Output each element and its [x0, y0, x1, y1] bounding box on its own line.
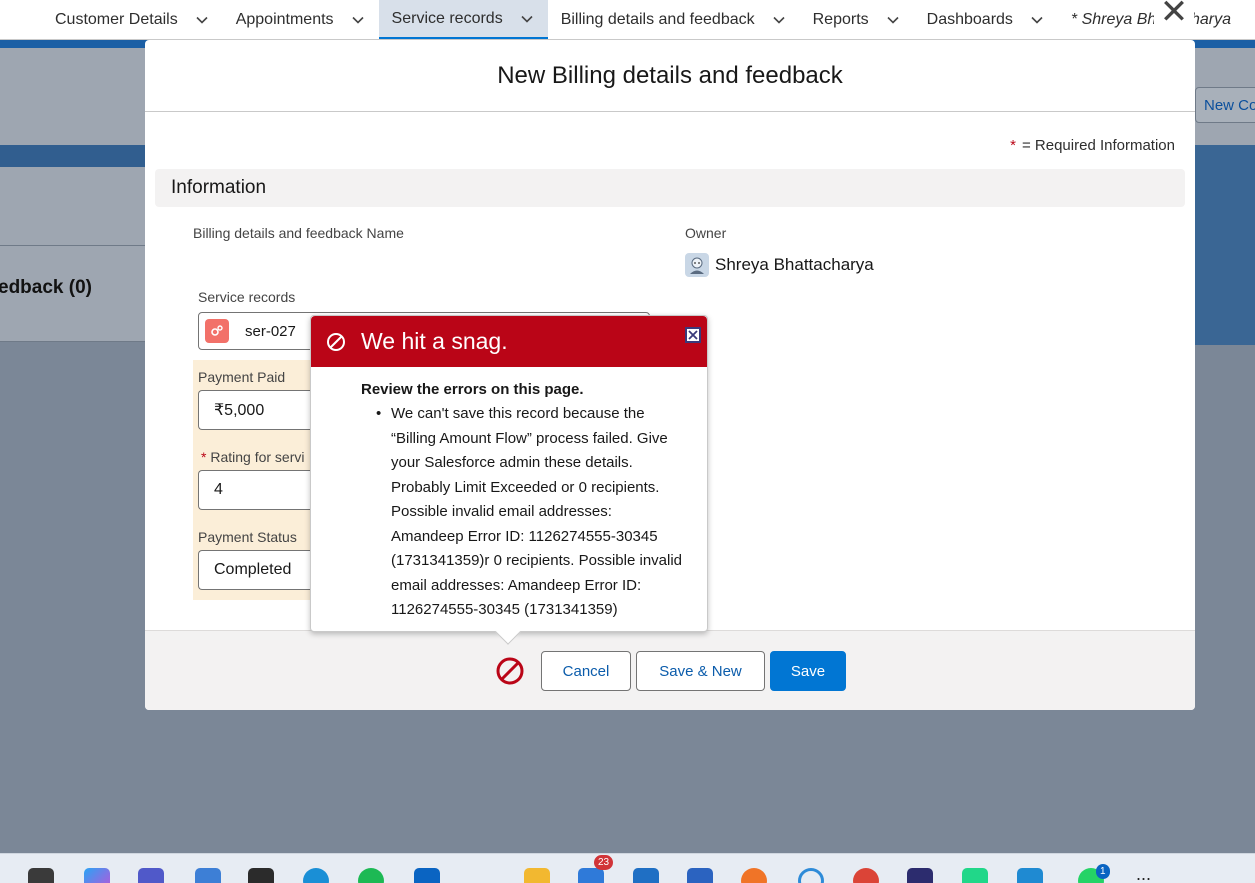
cancel-button[interactable]: Cancel: [541, 651, 631, 691]
chevron-down-icon[interactable]: [519, 11, 535, 27]
modal-close-icon[interactable]: ✕: [1154, 0, 1194, 29]
start-icon[interactable]: [28, 868, 54, 883]
rating-label: * Rating for servi: [201, 449, 305, 465]
background-related-list-card: edback (0): [0, 167, 150, 342]
app-navbar: Customer Details Appointments Service re…: [0, 0, 1255, 40]
owner-field-label: Owner: [685, 225, 727, 241]
service-records-value: ser-027: [245, 322, 296, 340]
chevron-down-icon[interactable]: [1029, 12, 1045, 28]
nav-tab-billing-details[interactable]: Billing details and feedback: [548, 0, 800, 39]
rating-value: 4: [214, 481, 223, 498]
close-x-glyph: [688, 330, 698, 340]
gears-icon: [211, 325, 223, 336]
required-info-legend: * = Required Information: [1010, 137, 1175, 154]
chevron-down-icon[interactable]: [771, 12, 787, 28]
save-button[interactable]: Save: [770, 651, 846, 691]
rating-input[interactable]: 4: [198, 470, 328, 510]
nav-tab-user-record[interactable]: * Shreya Bhattacharya: [1058, 0, 1244, 39]
nav-tab-reports[interactable]: Reports: [800, 0, 914, 39]
nav-tab-label: Appointments: [235, 11, 334, 28]
nav-tab-list: Customer Details Appointments Service re…: [42, 0, 1244, 39]
related-list-title: edback (0): [0, 277, 92, 298]
error-message: We can't save this record because the “B…: [361, 402, 687, 623]
owner-value: Shreya Bhattacharya: [685, 253, 874, 277]
search-icon[interactable]: [798, 868, 824, 883]
nav-tab-label: * Shreya Bhattacharya: [1070, 11, 1232, 28]
error-popover-header: We hit a snag.: [311, 316, 707, 367]
payment-paid-label: Payment Paid: [198, 369, 286, 385]
error-popover: We hit a snag. Review the errors on this…: [310, 315, 708, 632]
rating-label-text: Rating for servi: [210, 449, 305, 465]
close-icon[interactable]: [685, 327, 701, 343]
calendar-icon[interactable]: [633, 868, 659, 883]
chevron-down-icon[interactable]: [350, 12, 366, 28]
section-header-information[interactable]: Information: [155, 169, 1185, 207]
nav-tab-label: Dashboards: [926, 11, 1013, 28]
mail-badge: 23: [594, 855, 614, 870]
chevron-down-icon[interactable]: [885, 12, 901, 28]
folder-icon[interactable]: [524, 868, 550, 883]
owner-name[interactable]: Shreya Bhattacharya: [715, 255, 874, 275]
section-title: Information: [171, 177, 267, 198]
nav-tab-customer-details[interactable]: Customer Details: [42, 0, 223, 39]
payment-status-select[interactable]: Completed: [198, 550, 328, 590]
nav-tab-label: Service records: [391, 9, 503, 27]
payment-status-label: Payment Status: [198, 529, 297, 545]
payment-paid-input[interactable]: ₹5,000: [198, 390, 328, 430]
os-taskbar: 23 1 ...: [0, 853, 1255, 883]
error-heading: Review the errors on this page.: [361, 381, 584, 398]
teams-icon[interactable]: [138, 868, 164, 883]
modal-header: New Billing details and feedback: [145, 40, 1195, 112]
whatsapp-badge: 1: [1096, 864, 1110, 879]
required-asterisk: *: [1010, 137, 1016, 154]
background-banner-right: [1195, 145, 1255, 345]
pycharm-icon[interactable]: [962, 868, 988, 883]
vscode-icon[interactable]: [1017, 868, 1043, 883]
firefox-icon[interactable]: [741, 868, 767, 883]
nav-tab-dashboards[interactable]: Dashboards: [914, 0, 1058, 39]
modal-title: New Billing details and feedback: [497, 61, 843, 89]
service-record-icon: [205, 319, 229, 343]
nav-tab-label: Billing details and feedback: [560, 11, 755, 28]
dev-app-icon[interactable]: [907, 868, 933, 883]
required-asterisk: *: [201, 449, 207, 465]
error-popover-title: We hit a snag.: [361, 328, 508, 354]
name-field-label: Billing details and feedback Name: [193, 225, 404, 241]
word-icon[interactable]: [687, 868, 713, 883]
nav-tab-label: Customer Details: [55, 11, 178, 28]
terminal-icon[interactable]: [248, 868, 274, 883]
mail-icon[interactable]: [578, 868, 604, 883]
spotify-icon[interactable]: [358, 868, 384, 883]
error-popover-body: Review the errors on this page. We can't…: [311, 367, 707, 623]
edge-icon[interactable]: [303, 868, 329, 883]
copilot-icon[interactable]: [84, 868, 110, 883]
chrome-icon[interactable]: [853, 868, 879, 883]
avatar: [685, 253, 709, 277]
nav-tab-service-records[interactable]: Service records: [378, 0, 548, 39]
new-button-label: New Co: [1204, 97, 1255, 114]
service-records-label: Service records: [198, 289, 296, 305]
error-list: We can't save this record because the “B…: [361, 402, 687, 623]
taskbar-overflow[interactable]: ...: [1136, 864, 1151, 883]
user-avatar-icon: [690, 257, 704, 274]
payment-status-value: Completed: [214, 561, 292, 578]
error-icon: [327, 332, 345, 351]
error-icon[interactable]: [495, 656, 525, 686]
nav-tab-label: Reports: [812, 11, 869, 28]
payment-paid-value: ₹5,000: [214, 402, 265, 419]
background-new-button[interactable]: New Co: [1195, 87, 1255, 123]
nav-tab-appointments[interactable]: Appointments: [223, 0, 379, 39]
required-info-text: = Required Information: [1021, 137, 1175, 154]
outlook-icon[interactable]: [414, 868, 440, 883]
notepad-icon[interactable]: [195, 868, 221, 883]
divider: [0, 245, 150, 246]
chevron-down-icon[interactable]: [194, 12, 210, 28]
save-and-new-button[interactable]: Save & New: [636, 651, 765, 691]
